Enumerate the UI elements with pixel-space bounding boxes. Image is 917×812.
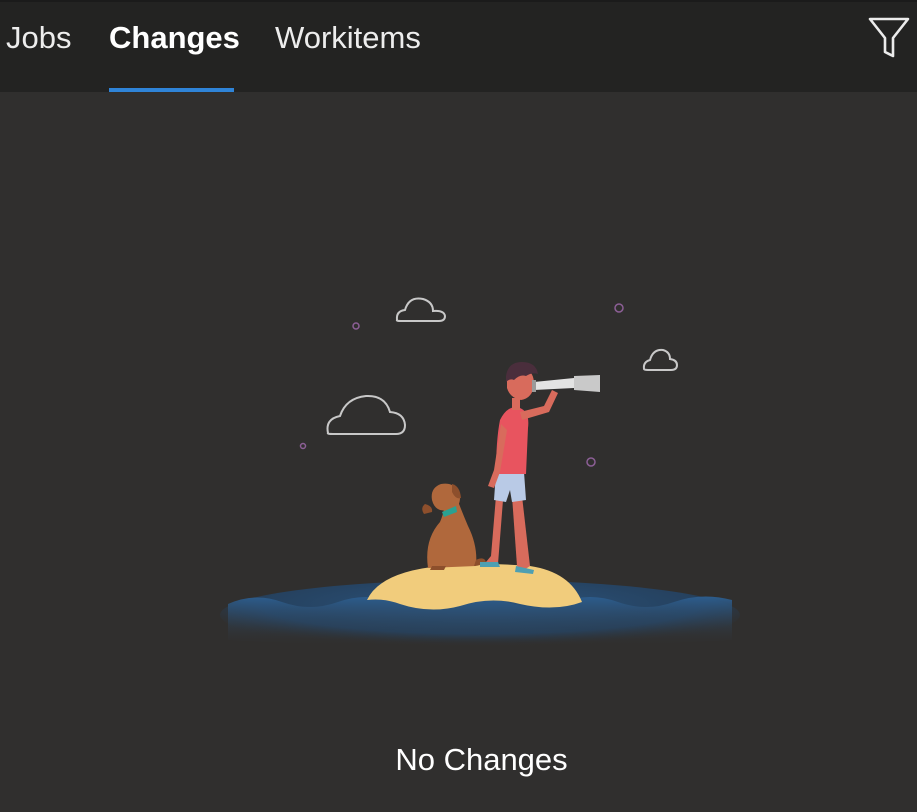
tab-jobs-label: Jobs [6,20,72,55]
sparkle-icon [586,457,596,467]
person-figure [480,362,600,574]
sparkle-icon [614,303,624,313]
tab-jobs[interactable]: Jobs [6,18,71,92]
sparkle-icon [352,322,360,330]
cloud-icon [395,297,447,322]
tab-workitems[interactable]: Workitems [275,18,421,92]
changes-page: Jobs Changes Workitems No Changes [0,0,917,812]
active-tab-indicator [109,88,234,92]
tab-workitems-label: Workitems [275,20,421,55]
sparkle-icon [299,442,307,450]
filter-funnel-icon [868,17,910,58]
tab-changes[interactable]: Changes [109,18,240,92]
empty-state-message: No Changes [395,742,568,777]
filter-button[interactable] [866,14,912,60]
tab-changes-label: Changes [109,20,240,55]
empty-state-illustration [220,297,740,650]
tab-bar: Jobs Changes Workitems [0,0,917,92]
cloud-icon [642,348,679,371]
cloud-icon [326,394,407,435]
dog-figure [422,483,486,570]
window-top-border [0,0,917,2]
